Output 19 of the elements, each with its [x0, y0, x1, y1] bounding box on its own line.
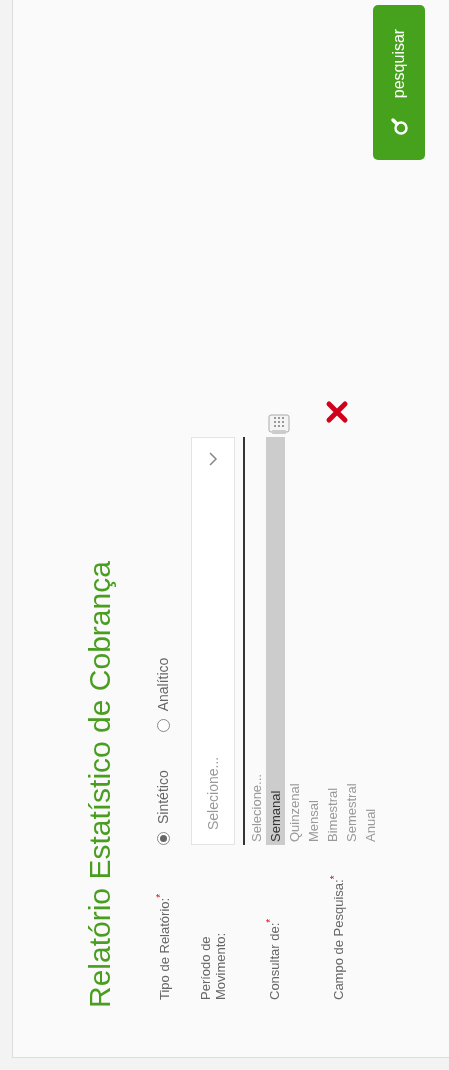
- radio-icon[interactable]: [156, 832, 170, 845]
- dropdown-option[interactable]: Bimestral: [323, 437, 342, 845]
- radio-icon[interactable]: [156, 719, 170, 733]
- dropdown-option[interactable]: Anual: [361, 437, 380, 845]
- dropdown-option[interactable]: Quinzenal: [285, 437, 304, 845]
- search-button[interactable]: pesquisar: [373, 5, 425, 160]
- dropdown-option[interactable]: Semanal: [266, 437, 285, 845]
- close-icon[interactable]: [325, 400, 349, 424]
- dropdown-option[interactable]: Semestral: [342, 437, 361, 845]
- chevron-down-icon: [208, 452, 218, 466]
- calendar-icon[interactable]: [267, 413, 291, 435]
- radio-option[interactable]: Sintético: [155, 770, 171, 845]
- radio-option[interactable]: Analítico: [155, 657, 171, 733]
- select-field[interactable]: Selecione...: [191, 437, 235, 845]
- dropdown-option[interactable]: Mensal: [304, 437, 323, 845]
- page-title: Relatório Estatístico de Cobrança: [83, 560, 117, 1008]
- search-icon: [389, 116, 409, 137]
- dropdown-option[interactable]: Selecione...: [247, 437, 266, 845]
- field-label: Período de Movimento:: [198, 931, 228, 1000]
